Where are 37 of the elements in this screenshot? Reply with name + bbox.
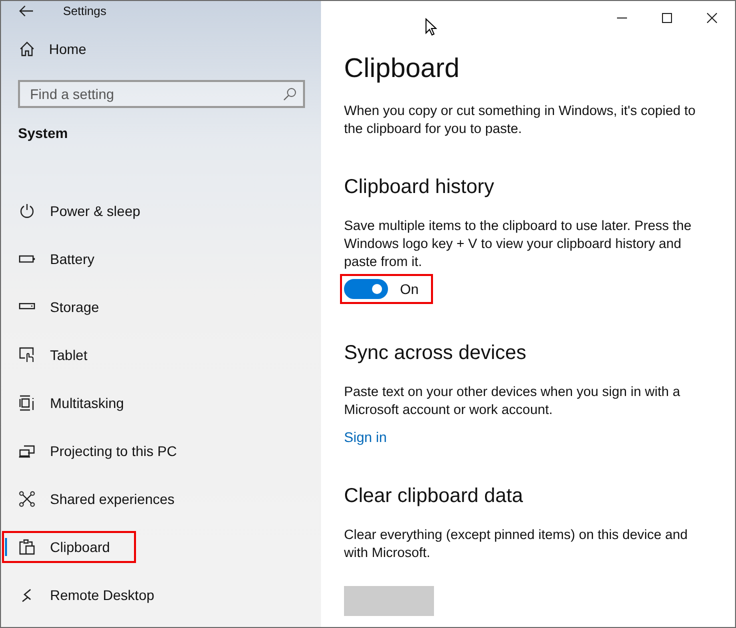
remote-icon [22, 588, 31, 602]
shared-icon [19, 491, 35, 507]
nav-item[interactable]: Power & sleep [1, 195, 160, 227]
nav-item[interactable]: Projecting to this PC [1, 435, 197, 467]
section-heading: Clear clipboard data [344, 485, 524, 508]
sign-in-link[interactable]: Sign in [344, 429, 387, 445]
search-icon [283, 87, 297, 101]
toggle-switch[interactable] [344, 279, 388, 299]
section-heading: Sync across devices [344, 342, 528, 365]
page-title: Clipboard [344, 53, 461, 84]
close-icon[interactable] [707, 13, 717, 23]
home-item[interactable]: Home [19, 41, 99, 57]
toggle-label: On [400, 281, 419, 297]
section-heading: Clipboard history [344, 176, 496, 199]
nav-item[interactable]: Multitasking [1, 387, 144, 419]
nav-item[interactable]: Battery [1, 243, 114, 275]
nav-item[interactable]: Shared experiences [1, 483, 195, 515]
tablet-icon [19, 347, 35, 363]
multitasking-icon [19, 395, 35, 411]
back-icon[interactable] [19, 5, 33, 17]
nav-item[interactable]: Storage [1, 291, 120, 323]
description-text: When you copy or cut something in Windows, it's copied to the clipboard for you to paste. [344, 102, 696, 138]
cursor-icon [425, 18, 437, 36]
nav-item[interactable]: Tablet [1, 339, 108, 371]
home-icon [19, 41, 35, 57]
power-icon [19, 203, 35, 219]
nav-item[interactable]: Remote Desktop [1, 579, 174, 611]
maximize-icon[interactable] [662, 13, 672, 23]
clipboard-icon [19, 539, 35, 555]
window-title: Settings [63, 4, 106, 18]
nav-item[interactable]: Clipboard [2, 531, 136, 563]
description-text: Paste text on your other devices when you sign in with a Microsoft account or work account. [344, 383, 682, 419]
description-text: Clear everything (except pinned items) on this device and with Microsoft. [344, 526, 689, 562]
search-field[interactable]: Find a setting [18, 80, 305, 108]
projecting-icon [19, 443, 35, 459]
description-text: Save multiple items to the clipboard to use later. Press the Windows logo key + V to view your clipboard history and paste from it. [344, 217, 692, 271]
section-heading: System [18, 125, 68, 141]
